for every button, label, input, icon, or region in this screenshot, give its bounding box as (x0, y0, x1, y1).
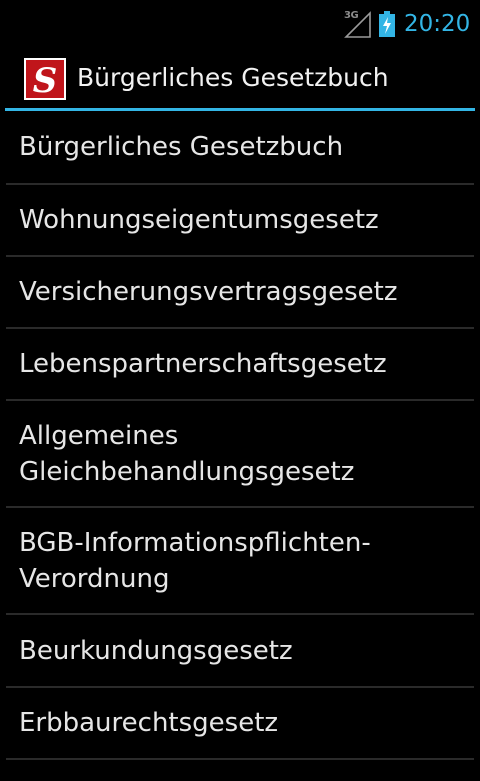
page-title: Bürgerliches Gesetzbuch (77, 63, 389, 92)
list-item-vvg[interactable]: Versicherungsvertragsgesetz (0, 257, 480, 327)
list-item-label: Versicherungsvertragsgesetz (19, 277, 398, 307)
list-item-bgb-infov[interactable]: BGB-Informationspflichten-Verordnung (0, 508, 480, 613)
list-item-agg[interactable]: Allgemeines Gleichbehandlungsgesetz (0, 401, 480, 506)
list-item-label: Erbbaurechtsgesetz (19, 708, 279, 738)
signal-strength-icon (344, 11, 371, 38)
list-item-label: BGB-Informationspflichten-Verordnung (19, 527, 371, 594)
svg-text:S: S (33, 61, 58, 100)
battery-charging-icon (379, 11, 395, 37)
list-item-bgb[interactable]: Bürgerliches Gesetzbuch (0, 111, 480, 183)
list-item-label: Allgemeines Gleichbehandlungsgesetz (19, 420, 355, 487)
list-item-label: Wohnungseigentumsgesetz (19, 205, 379, 235)
list-item-erbbaurg[interactable]: Erbbaurechtsgesetz (0, 688, 480, 758)
list-item-beurkg[interactable]: Beurkundungsgesetz (0, 615, 480, 686)
list-item-lpartg[interactable]: Lebenspartnerschaftsgesetz (0, 329, 480, 399)
list-divider (6, 758, 474, 760)
law-list: Bürgerliches Gesetzbuch Wohnungseigentum… (0, 111, 480, 760)
clock: 20:20 (404, 11, 471, 37)
list-item-label: Bürgerliches Gesetzbuch (19, 132, 344, 162)
list-item-label: Beurkundungsgesetz (19, 635, 293, 666)
app-logo-section-icon[interactable]: S (24, 58, 66, 100)
list-item-label: Lebenspartnerschaftsgesetz (19, 349, 387, 379)
list-item-weg[interactable]: Wohnungseigentumsgesetz (0, 185, 480, 255)
status-bar: 3G 20:20 (0, 0, 480, 48)
